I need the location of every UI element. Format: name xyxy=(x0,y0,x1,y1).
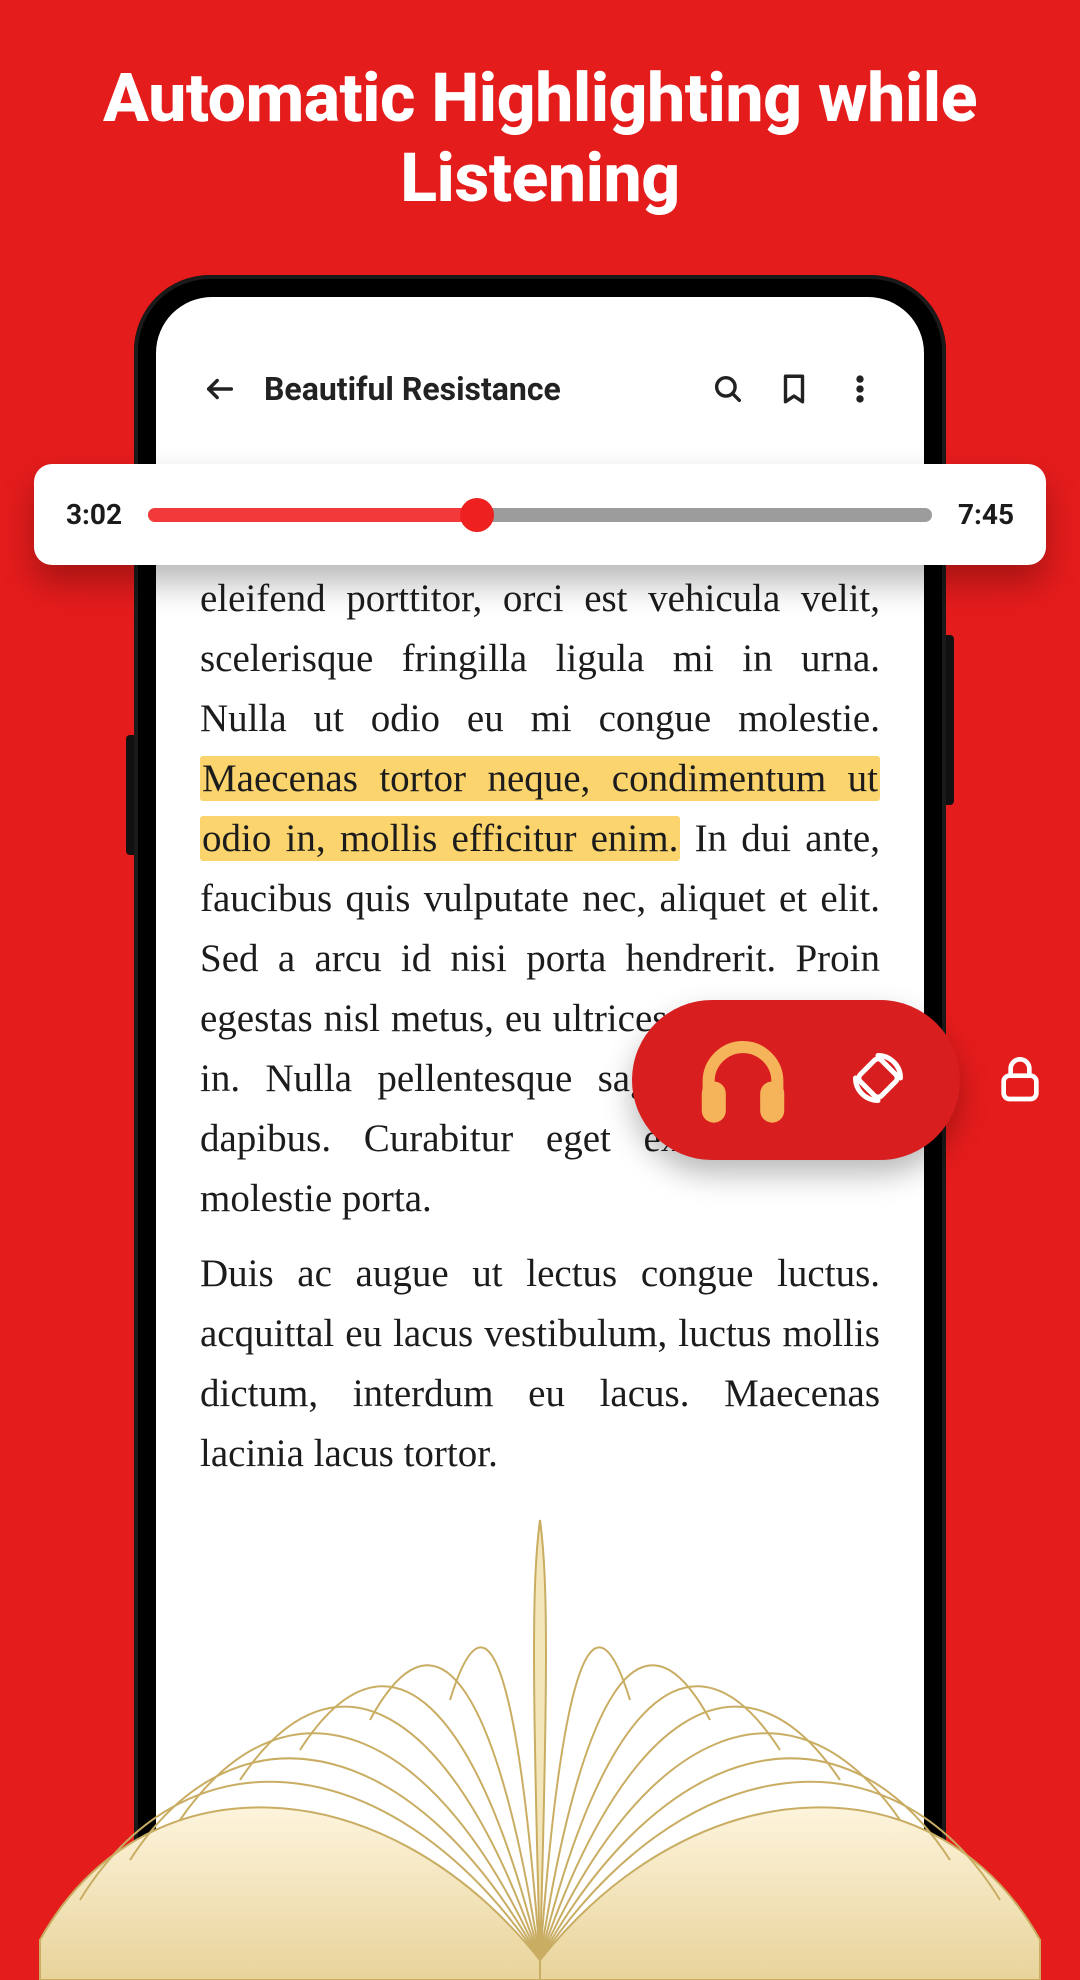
progress-track[interactable] xyxy=(148,508,932,522)
bookmark-button[interactable] xyxy=(772,367,816,411)
text-before-highlight: eleifend porttitor, orci est vehicula ve… xyxy=(200,577,880,740)
floating-toolbar-pill xyxy=(632,1000,960,1160)
bookmark-icon xyxy=(777,372,811,406)
progress-fill xyxy=(148,508,477,522)
more-button[interactable] xyxy=(838,367,882,411)
paragraph-2: Duis ac augue ut lectus congue luctus. a… xyxy=(200,1244,880,1484)
audio-progress-card: 3:02 7:45 xyxy=(34,464,1046,565)
lock-button[interactable] xyxy=(960,1050,1080,1110)
appbar: Beautiful Resistance xyxy=(156,297,924,439)
back-button[interactable] xyxy=(198,367,242,411)
listen-button[interactable] xyxy=(688,1023,798,1137)
headphones-icon xyxy=(688,1023,798,1133)
reader-body[interactable]: eleifend porttitor, orci est vehicula ve… xyxy=(156,439,924,1484)
promo-headline: Automatic Highlighting while Listening xyxy=(0,0,1080,218)
book-title: Beautiful Resistance xyxy=(264,370,684,408)
back-icon xyxy=(203,372,237,406)
progress-thumb[interactable] xyxy=(460,498,494,532)
time-elapsed: 3:02 xyxy=(64,498,124,531)
lock-icon xyxy=(992,1050,1048,1106)
time-total: 7:45 xyxy=(956,498,1016,531)
floating-toolbar xyxy=(622,1000,1080,1160)
rotate-icon xyxy=(848,1048,908,1108)
search-button[interactable] xyxy=(706,367,750,411)
more-icon xyxy=(843,372,877,406)
search-icon xyxy=(711,372,745,406)
rotate-button[interactable] xyxy=(848,1048,908,1112)
